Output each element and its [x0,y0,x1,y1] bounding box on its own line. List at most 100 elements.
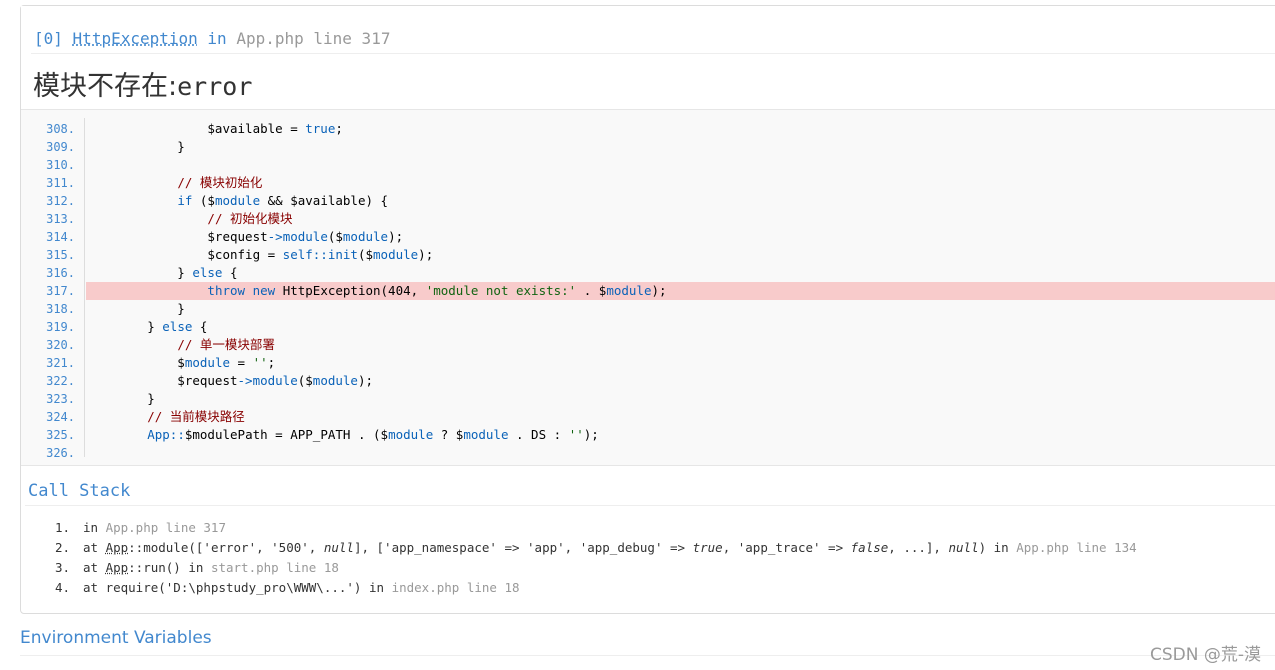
trace-prefix: at [83,560,106,575]
code-text: $config = self::init($module); [87,247,434,262]
environment-variables-title[interactable]: Environment Variables [20,628,212,648]
code-line: 315. $config = self::init($module); [21,246,1275,264]
code-line: 320. // 单一模块部署 [21,336,1275,354]
exception-location: App.php line 317 [236,29,391,48]
trace-args: ], ['app_namespace' => 'app', 'app_debug… [353,540,693,555]
code-line: 312. if ($module && $available) { [21,192,1275,210]
code-text: App::$modulePath = APP_PATH . ($module ?… [147,427,599,442]
source-code-block: 308. $available = true; 309. } 310. 311. //… [21,109,1275,466]
code-text: } [87,301,185,316]
code-line: 324. // 当前模块路径 [21,408,1275,426]
code-line: 316. } else { [21,264,1275,282]
trace-item: 3. at App::run() in start.php line 18 [55,558,1137,578]
trace-null: null [323,540,354,555]
trace-args: , ...], [888,540,949,555]
code-line: 318. } [21,300,1275,318]
trace-class-link[interactable]: App [106,560,129,575]
trace-item: 4. at require('D:\phpstudy_pro\WWW\...') … [55,578,1137,598]
exception-message-cn: 模块不存在: [33,71,178,102]
exception-message: 模块不存在:error [33,64,252,103]
line-number: 315. [46,248,75,262]
trace-false: false [850,540,889,555]
line-number: 319. [46,320,75,334]
code-text: } [87,391,155,406]
trace-end: ) in [978,540,1017,555]
code-line: 325. App::$modulePath = APP_PATH . ($mod… [21,426,1275,444]
trace-item: 2. at App::module(['error', '500', null],… [55,538,1137,558]
code-text: // 当前模块路径 [147,409,245,424]
call-stack-divider [25,505,1275,506]
line-number: 317. [46,284,75,298]
line-number: 316. [46,266,75,280]
trace-location: index.php line 18 [391,580,520,595]
line-number: 322. [46,374,75,388]
code-line: 314. $request->module($module); [21,228,1275,246]
exception-index: [0] [34,29,63,48]
code-text: $request->module($module); [87,373,374,388]
code-text: } else { [87,265,238,280]
line-number: 308. [46,122,75,136]
code-text: $module = ''; [87,355,276,370]
code-text: $available = true; [87,121,343,136]
exception-panel: [0] HttpException in App.php line 317 模块… [20,5,1275,614]
trace-true: true [692,540,723,555]
line-number: 326. [46,446,75,460]
trace-location: start.php line 18 [210,560,339,575]
line-number: 311. [46,176,75,190]
code-text: // 单一模块部署 [177,337,275,352]
code-line: 311. // 模块初始化 [21,174,1275,192]
call-stack-list: 1. in App.php line 317 2. at App::module([… [55,518,1137,598]
header-divider [31,53,1275,54]
trace-call: require('D:\phpstudy_pro\WWW\...') in [105,580,392,595]
line-number: 312. [46,194,75,208]
line-number: 320. [46,338,75,352]
trace-location: App.php line 134 [1016,540,1137,555]
code-line: 313. // 初始化模块 [21,210,1275,228]
exception-class-link[interactable]: HttpException [73,29,198,48]
trace-prefix: in [83,520,106,535]
code-line: 319. } else { [21,318,1275,336]
exception-in-label: in [207,29,227,48]
exception-header: [0] HttpException in App.php line 317 模块… [21,6,1275,109]
code-line: 322. $request->module($module); [21,372,1275,390]
code-line-highlighted: 317. throw new HttpException(404, 'modul… [21,282,1275,300]
code-line: 323. } [21,390,1275,408]
watermark: CSDN @荒-漠 [1149,645,1261,665]
trace-num: 3. [55,560,71,575]
trace-class-link[interactable]: App [106,540,129,555]
line-number: 309. [46,140,75,154]
line-number: 310. [46,158,75,172]
line-number: 325. [46,428,75,442]
code-text: } [87,139,185,154]
line-number: 321. [46,356,75,370]
code-line: 308. $available = true; [21,120,1275,138]
trace-call: ::module(['error', '500', [128,540,324,555]
trace-args: , 'app_trace' => [722,540,851,555]
trace-num: 4. [55,580,71,595]
trace-prefix: at [83,540,106,555]
code-text: } else { [87,319,208,334]
call-stack-title: Call Stack [28,481,131,501]
trace-item: 1. in App.php line 317 [55,518,1137,538]
code-text: throw new HttpException(404, 'module not… [207,283,667,298]
code-text: // 初始化模块 [207,211,293,226]
line-number: 318. [46,302,75,316]
line-number: 323. [46,392,75,406]
line-number: 324. [46,410,75,424]
code-line: 310. [21,156,1275,174]
exception-title: [0] HttpException in App.php line 317 [34,29,390,48]
trace-num: 1. [55,520,71,535]
exception-message-en: error [177,72,253,101]
environment-divider [20,655,1275,656]
code-line: 326. [21,444,1275,462]
line-number: 313. [46,212,75,226]
trace-num: 2. [55,540,71,555]
trace-call: ::run() in [128,560,211,575]
trace-location: App.php line 317 [105,520,226,535]
code-text: // 模块初始化 [177,175,263,190]
code-line: 321. $module = ''; [21,354,1275,372]
code-line: 309. } [21,138,1275,156]
trace-null: null [948,540,979,555]
code-text: $request->module($module); [87,229,404,244]
trace-prefix: at [83,580,106,595]
